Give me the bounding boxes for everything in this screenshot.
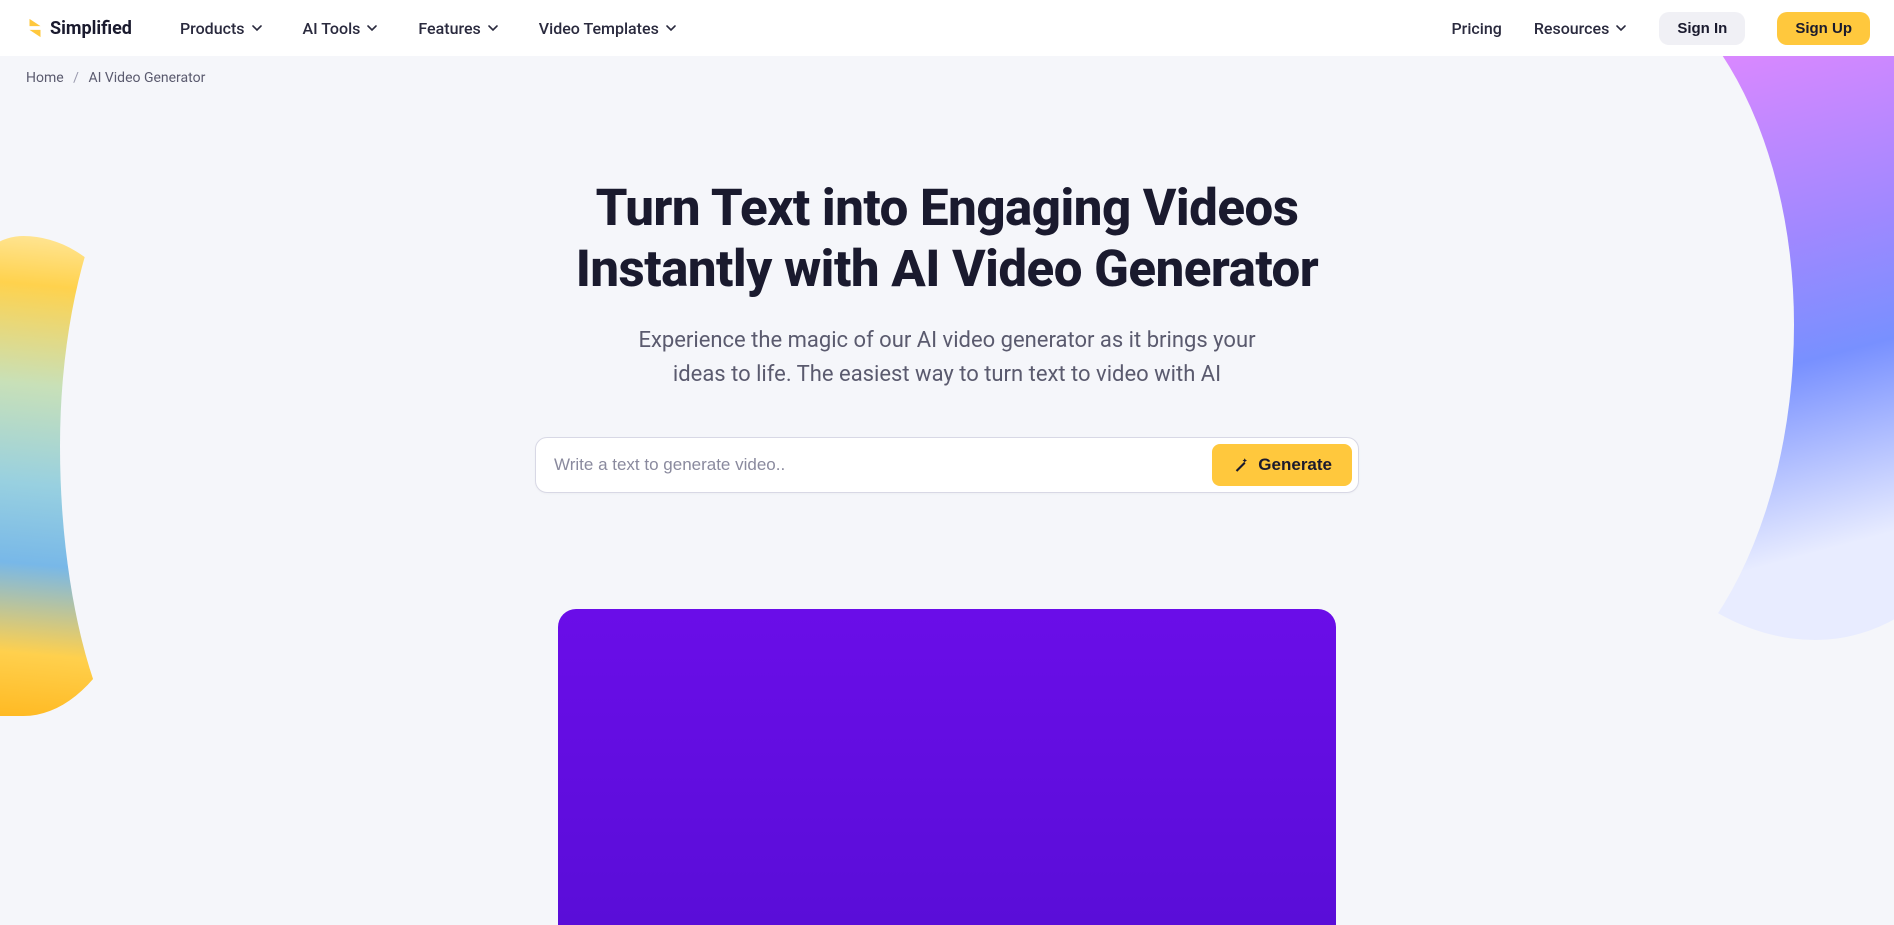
- nav-label: Products: [180, 19, 245, 38]
- nav-ai-tools[interactable]: AI Tools: [303, 19, 379, 38]
- hero-section: Turn Text into Engaging Videos Instantly…: [0, 178, 1894, 393]
- nav-label: Video Templates: [539, 19, 659, 38]
- nav-label: Pricing: [1451, 19, 1501, 38]
- video-preview-panel: [558, 609, 1336, 925]
- decorative-blob-left: [0, 56, 200, 756]
- hero-subtitle-line2: ideas to life. The easiest way to turn t…: [673, 362, 1221, 387]
- magic-wand-icon: [1232, 456, 1250, 474]
- chevron-down-icon: [366, 22, 378, 34]
- chevron-down-icon: [1615, 22, 1627, 34]
- hero-title-line1: Turn Text into Engaging Videos: [596, 179, 1299, 238]
- header-right: Pricing Resources Sign In Sign Up: [1451, 12, 1870, 45]
- generate-button[interactable]: Generate: [1212, 444, 1352, 486]
- chevron-down-icon: [487, 22, 499, 34]
- nav-pricing[interactable]: Pricing: [1451, 19, 1501, 38]
- breadcrumb: Home / AI Video Generator: [0, 56, 1894, 100]
- hero-subtitle: Experience the magic of our AI video gen…: [40, 324, 1854, 392]
- breadcrumb-current: AI Video Generator: [88, 70, 205, 86]
- brand-logo-icon: [24, 17, 46, 39]
- nav-products[interactable]: Products: [180, 19, 263, 38]
- brand-logo[interactable]: Simplified: [24, 17, 132, 39]
- signup-button[interactable]: Sign Up: [1777, 12, 1870, 45]
- nav-label: AI Tools: [303, 19, 361, 38]
- prompt-box: Generate: [535, 437, 1359, 493]
- hero-title-line2: Instantly with AI Video Generator: [576, 240, 1319, 299]
- nav-label: Resources: [1534, 19, 1610, 38]
- chevron-down-icon: [665, 22, 677, 34]
- nav-resources[interactable]: Resources: [1534, 19, 1628, 38]
- prompt-input[interactable]: [542, 445, 1212, 485]
- generate-button-label: Generate: [1258, 455, 1332, 475]
- signin-button[interactable]: Sign In: [1659, 12, 1745, 45]
- breadcrumb-home[interactable]: Home: [26, 70, 64, 86]
- hero-subtitle-line1: Experience the magic of our AI video gen…: [638, 328, 1255, 353]
- primary-nav: Products AI Tools Features Video Templat…: [180, 19, 677, 38]
- nav-label: Features: [418, 19, 480, 38]
- breadcrumb-separator: /: [73, 70, 79, 86]
- brand-name: Simplified: [50, 18, 132, 39]
- site-header: Simplified Products AI Tools Features Vi…: [0, 0, 1894, 56]
- nav-features[interactable]: Features: [418, 19, 498, 38]
- nav-video-templates[interactable]: Video Templates: [539, 19, 677, 38]
- hero-title: Turn Text into Engaging Videos Instantly…: [40, 178, 1854, 300]
- chevron-down-icon: [251, 22, 263, 34]
